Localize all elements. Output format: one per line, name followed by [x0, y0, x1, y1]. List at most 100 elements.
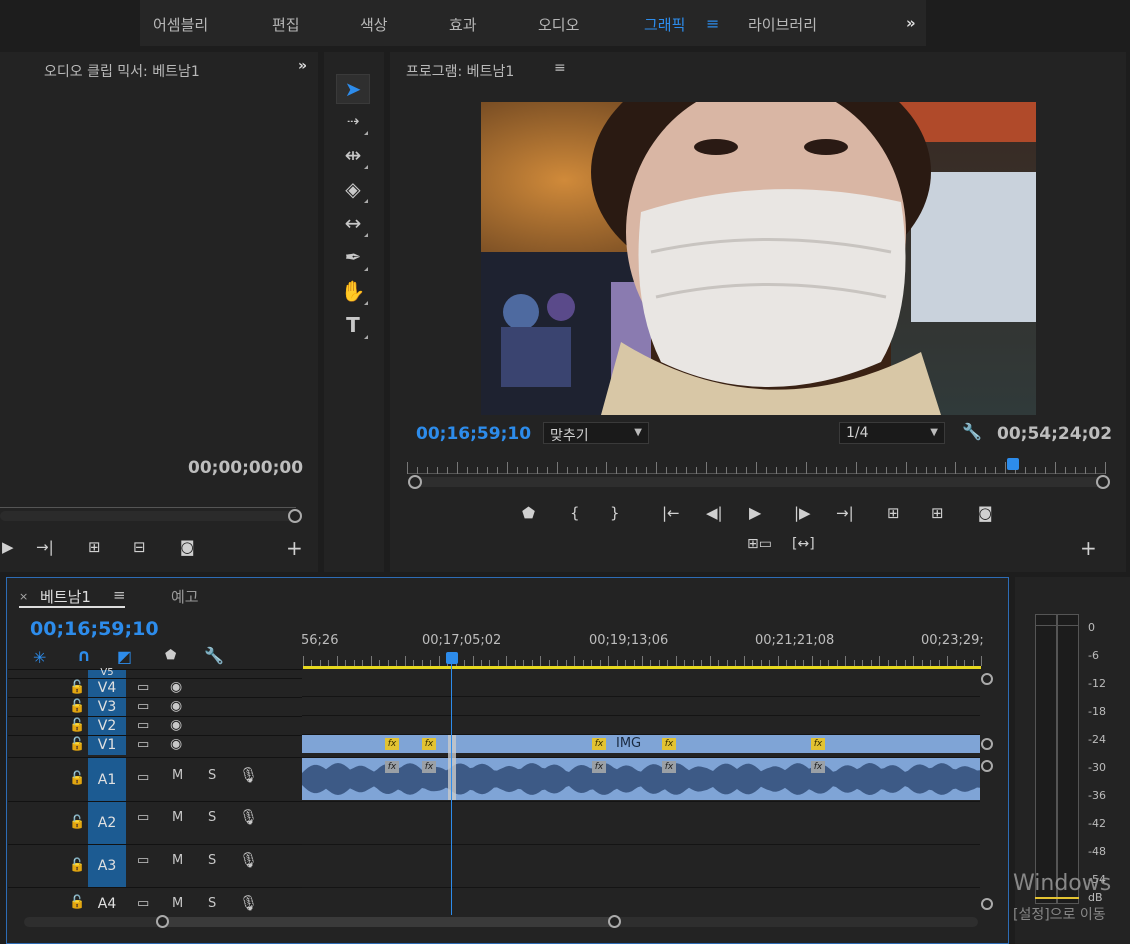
- workspace-color[interactable]: 색상: [360, 14, 388, 35]
- sync-lock-icon[interactable]: ▭: [137, 737, 149, 752]
- step-forward-icon[interactable]: |▶: [794, 504, 811, 522]
- selection-tool-icon[interactable]: ➤: [336, 74, 370, 104]
- hamburger-icon[interactable]: ≡: [113, 586, 126, 604]
- fit-dropdown[interactable]: 맞추기 ▼: [543, 422, 649, 444]
- marker-icon[interactable]: ⬟: [522, 504, 535, 522]
- add-button-icon[interactable]: +: [1080, 536, 1097, 560]
- workspace-assembly[interactable]: 어셈블리: [153, 14, 208, 35]
- go-to-out-icon[interactable]: →|: [836, 504, 854, 522]
- mute-button[interactable]: M: [172, 896, 183, 911]
- track-name[interactable]: V2: [88, 717, 126, 736]
- track-name[interactable]: V4: [88, 679, 126, 698]
- insert-icon[interactable]: ⊞: [88, 538, 101, 556]
- camera-icon[interactable]: ◙: [180, 538, 195, 556]
- type-tool-icon[interactable]: T: [336, 310, 370, 340]
- v-scroll-handle-mid[interactable]: [981, 738, 993, 750]
- microphone-icon[interactable]: 🎙: [239, 894, 258, 912]
- sync-lock-icon[interactable]: ▭: [137, 718, 149, 733]
- sync-lock-icon[interactable]: ▭: [137, 699, 149, 714]
- sync-lock-icon[interactable]: ▭: [137, 853, 149, 868]
- lock-icon[interactable]: 🔓: [69, 858, 85, 873]
- h-scroll-handle-left[interactable]: [156, 915, 169, 928]
- workspace-graphics[interactable]: 그래픽: [644, 14, 685, 35]
- wrench-icon[interactable]: 🔧: [962, 422, 982, 441]
- mark-in-icon[interactable]: {: [570, 504, 580, 522]
- workspace-effects[interactable]: 효과: [449, 14, 477, 35]
- hamburger-icon[interactable]: ≡: [554, 60, 566, 76]
- zoom-handle-left[interactable]: [408, 475, 422, 489]
- h-scroll-handle-right[interactable]: [608, 915, 621, 928]
- lock-icon[interactable]: 🔓: [69, 737, 85, 752]
- workspace-edit[interactable]: 편집: [272, 14, 300, 35]
- a1-clip-strip[interactable]: [302, 758, 980, 800]
- track-name[interactable]: A4: [88, 888, 126, 916]
- step-back-icon[interactable]: ◀|: [706, 504, 723, 522]
- comparison-view-icon[interactable]: ⊞▭: [747, 536, 772, 552]
- lock-icon[interactable]: 🔓: [69, 718, 85, 733]
- lock-icon[interactable]: 🔓: [69, 815, 85, 830]
- eye-icon[interactable]: ◉: [170, 717, 182, 733]
- camera-icon[interactable]: ◙: [978, 504, 993, 522]
- lock-icon[interactable]: 🔓: [69, 771, 85, 786]
- ripple-edit-tool-icon[interactable]: ⇹: [336, 140, 370, 170]
- chevron-double-right-icon[interactable]: »: [906, 14, 916, 32]
- selected-clip[interactable]: [448, 735, 456, 800]
- razor-tool-icon[interactable]: ◈: [336, 174, 370, 204]
- timeline-current-timecode[interactable]: 00;16;59;10: [30, 618, 159, 640]
- extract-icon[interactable]: ⊞: [931, 504, 944, 522]
- solo-button[interactable]: S: [208, 810, 216, 825]
- track-select-tool-icon[interactable]: ⇢: [336, 106, 370, 136]
- mute-button[interactable]: M: [172, 810, 183, 825]
- play-icon[interactable]: ▶: [2, 538, 14, 556]
- microphone-icon[interactable]: 🎙: [239, 851, 258, 869]
- zoom-handle-right[interactable]: [1096, 475, 1110, 489]
- slip-tool-icon[interactable]: ↔: [336, 208, 370, 238]
- close-icon[interactable]: ×: [19, 590, 28, 603]
- track-name[interactable]: A1: [88, 758, 126, 802]
- timeline-playhead[interactable]: [446, 652, 458, 664]
- program-playhead[interactable]: [1007, 458, 1020, 470]
- timeline-tab-2[interactable]: 예고: [171, 586, 199, 607]
- add-marker-icon[interactable]: ⬟: [165, 648, 176, 663]
- sync-lock-icon[interactable]: ▭: [137, 896, 149, 911]
- program-ruler[interactable]: [407, 460, 1106, 474]
- snap-magnet-icon[interactable]: ∩: [77, 646, 91, 666]
- proxy-toggle-icon[interactable]: [↔]: [792, 536, 815, 552]
- play-icon[interactable]: ▶: [749, 503, 761, 522]
- v-scroll-handle-bottom[interactable]: [981, 898, 993, 910]
- timeline-ruler[interactable]: [303, 656, 982, 666]
- program-zoom-bar[interactable]: [412, 477, 1102, 487]
- mark-out-icon[interactable]: }: [610, 504, 620, 522]
- solo-button[interactable]: S: [208, 853, 216, 868]
- solo-button[interactable]: S: [208, 768, 216, 783]
- go-to-out-icon[interactable]: →|: [36, 538, 54, 556]
- chevron-double-right-icon[interactable]: »: [298, 58, 307, 74]
- resolution-dropdown[interactable]: 1/4 ▼: [839, 422, 945, 444]
- linked-selection-icon[interactable]: ◩: [117, 647, 132, 666]
- lock-icon[interactable]: 🔓: [69, 680, 85, 695]
- scroll-handle[interactable]: [288, 509, 302, 523]
- go-to-in-icon[interactable]: |←: [662, 504, 680, 522]
- source-scroll-bar[interactable]: [0, 511, 296, 521]
- lift-icon[interactable]: ⊞: [887, 504, 900, 522]
- track-name[interactable]: A2: [88, 802, 126, 845]
- lock-icon[interactable]: 🔓: [69, 895, 85, 910]
- track-name[interactable]: V1: [88, 736, 126, 755]
- wrench-icon[interactable]: 🔧: [204, 646, 224, 665]
- mute-button[interactable]: M: [172, 853, 183, 868]
- workspace-audio[interactable]: 오디오: [538, 14, 579, 35]
- sync-lock-icon[interactable]: ▭: [137, 680, 149, 695]
- sync-lock-icon[interactable]: ▭: [137, 810, 149, 825]
- v-scroll-handle-top[interactable]: [981, 673, 993, 685]
- add-button-icon[interactable]: +: [286, 536, 303, 560]
- eye-icon[interactable]: ◉: [170, 736, 182, 752]
- sync-lock-icon[interactable]: ▭: [137, 770, 149, 785]
- lock-icon[interactable]: 🔓: [69, 699, 85, 714]
- v-scroll-handle-a[interactable]: [981, 760, 993, 772]
- timeline-tab[interactable]: 베트남1: [40, 586, 91, 607]
- program-current-timecode[interactable]: 00;16;59;10: [416, 424, 531, 444]
- solo-button[interactable]: S: [208, 896, 216, 911]
- microphone-icon[interactable]: 🎙: [239, 808, 258, 826]
- nest-toggle-icon[interactable]: ✳: [33, 648, 46, 667]
- hand-tool-icon[interactable]: ✋: [336, 276, 370, 306]
